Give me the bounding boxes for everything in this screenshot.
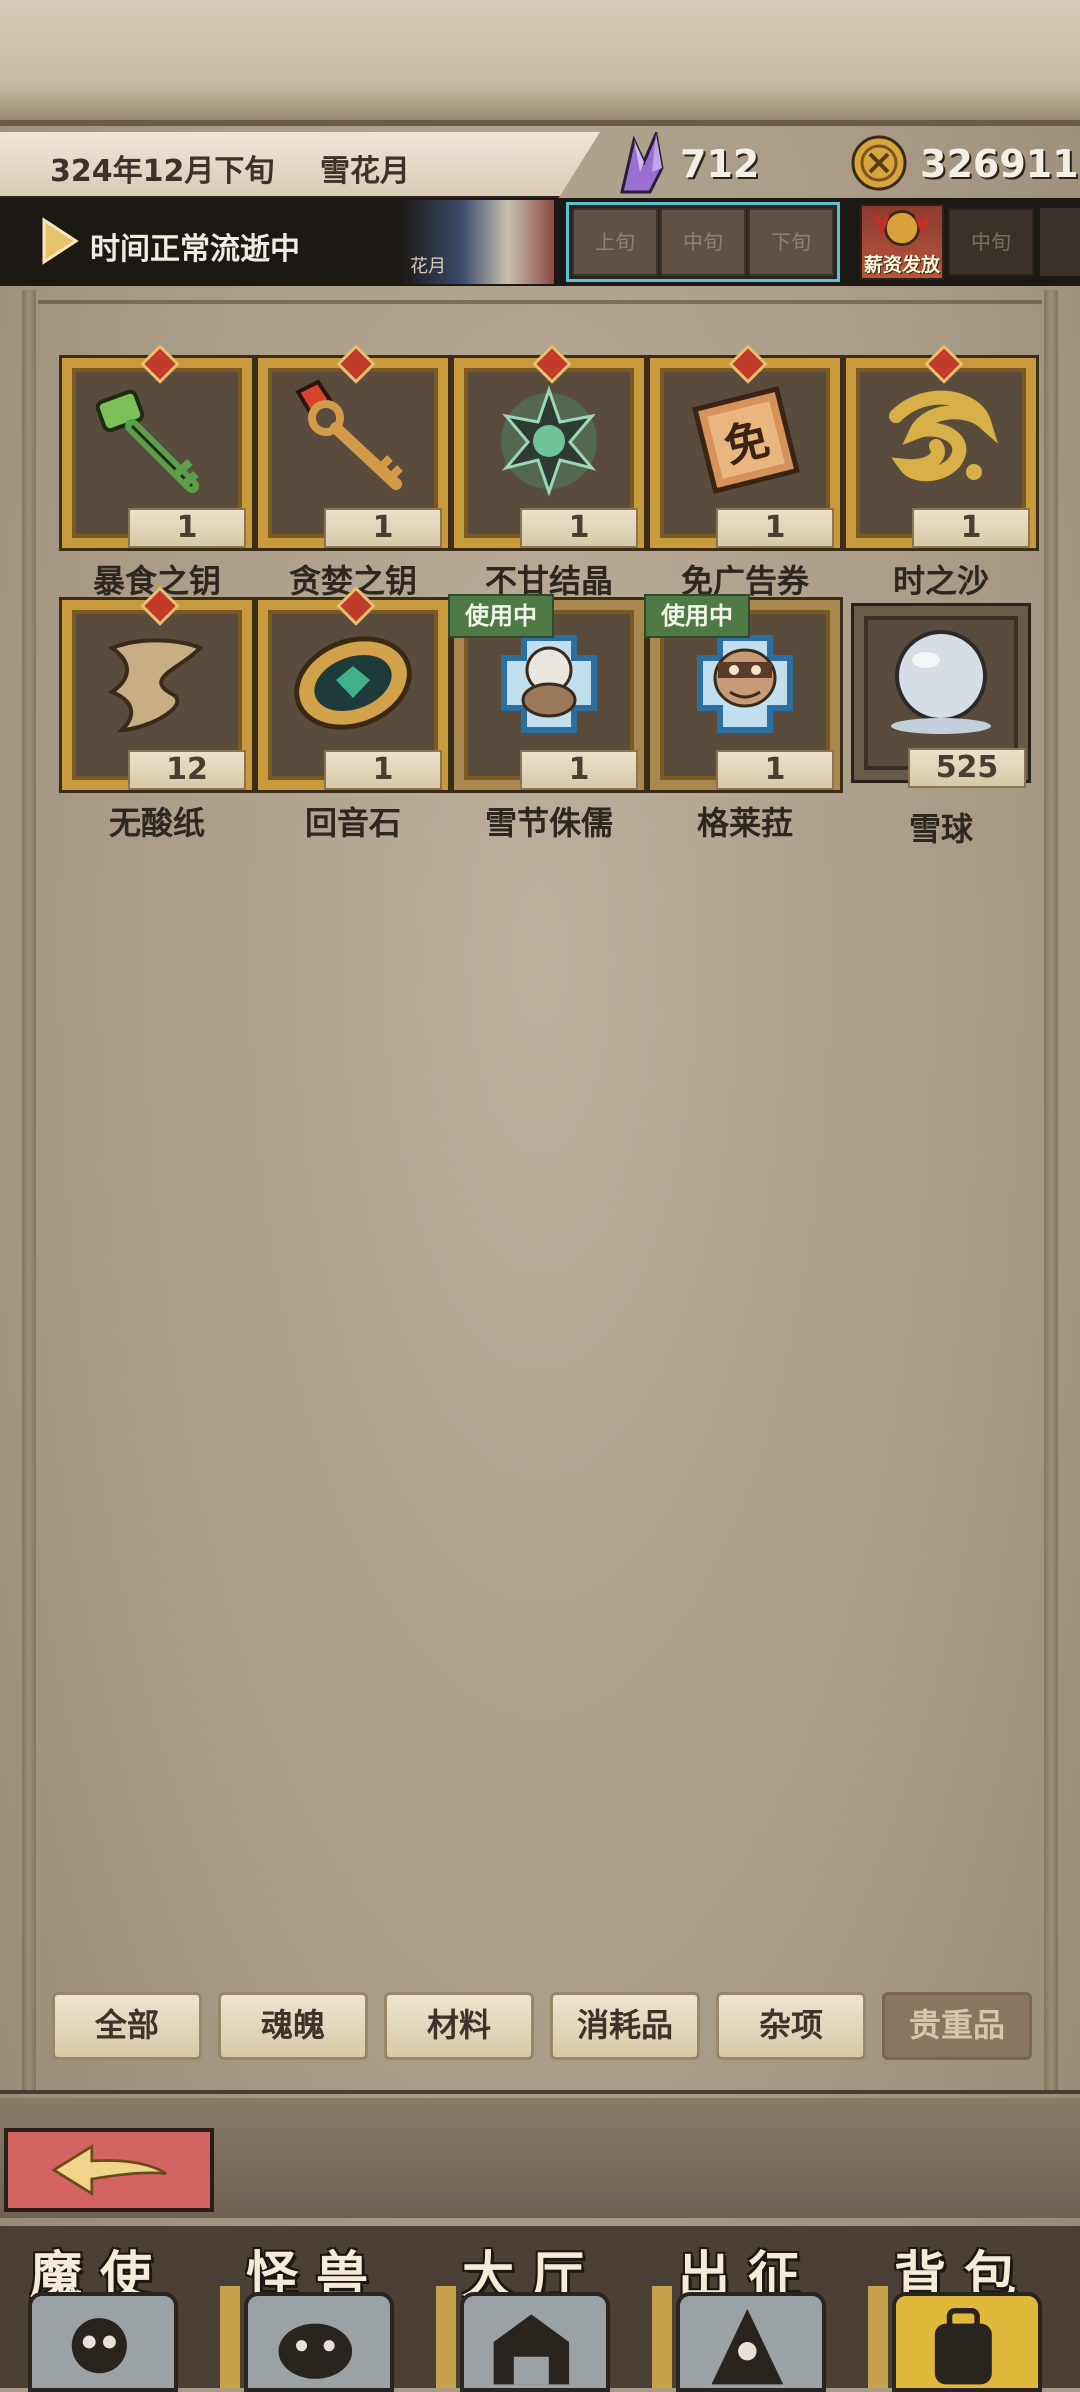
item-count: 1 [716, 508, 834, 548]
nav-item-hall[interactable]: 大厅 [432, 2226, 632, 2392]
inventory-item[interactable]: 1 时之沙 [846, 344, 1036, 608]
inventory-item[interactable]: 1 贪婪之钥 [258, 344, 448, 608]
item-name: 无酸纸 [108, 804, 205, 842]
coin-icon [851, 135, 907, 191]
backpack-icon [892, 2292, 1042, 2392]
monster-icon [244, 2292, 394, 2392]
skull-icon [28, 2292, 178, 2392]
period-next-mid[interactable]: 中旬 [948, 208, 1034, 276]
item-name: 格莱菈 [696, 804, 793, 842]
nav-item-expedition[interactable]: 出征 [648, 2226, 848, 2392]
item-count: 1 [128, 508, 246, 548]
item-count: 1 [912, 508, 1030, 548]
back-arrow-icon [51, 2144, 167, 2196]
tab-all[interactable]: 全部 [52, 1992, 202, 2060]
inventory-item[interactable]: 免 1 免广告券 [650, 344, 840, 608]
sand-icon [889, 390, 999, 482]
month-name-label: 雪花月 [320, 154, 410, 189]
item-count: 12 [128, 750, 246, 790]
date-label: 324年12月下旬 [50, 154, 275, 189]
portrait-label: 花月 [410, 256, 446, 277]
nav-item-monster[interactable]: 怪兽 [216, 2226, 416, 2392]
ad-free-ticket-icon: 免 [692, 386, 800, 494]
item-count: 525 [908, 748, 1026, 788]
item-count: 1 [324, 750, 442, 790]
inventory-item[interactable]: 1 格莱菈 使用中 [644, 594, 840, 850]
salary-coin-icon [874, 210, 930, 247]
tab-valuables[interactable]: 贵重品 [882, 1992, 1032, 2060]
nav-item-mage[interactable]: 魔使 [0, 2226, 200, 2392]
tab-souls[interactable]: 魂魄 [218, 1992, 368, 2060]
item-name: 时之沙 [892, 562, 989, 600]
item-name: 回音石 [304, 804, 401, 842]
inventory-item[interactable]: 1 雪节侏儒 使用中 [448, 594, 644, 850]
snowball-icon [891, 630, 991, 734]
tab-misc[interactable]: 杂项 [716, 1992, 866, 2060]
ribbon-divider [38, 300, 1042, 324]
back-button[interactable] [4, 2128, 214, 2212]
hall-icon [460, 2292, 610, 2392]
play-icon[interactable] [40, 216, 80, 266]
tab-materials[interactable]: 材料 [384, 1992, 534, 2060]
period-late[interactable]: 下旬 [748, 208, 834, 276]
period-early[interactable]: 上旬 [572, 208, 658, 276]
tab-consumables[interactable]: 消耗品 [550, 1992, 700, 2060]
time-status-text: 时间正常流逝中 [90, 232, 300, 267]
right-border [1044, 290, 1058, 2090]
item-count: 1 [324, 508, 442, 548]
top-scroll-rod [0, 0, 1080, 126]
panel-bottom-edge [0, 2090, 1080, 2094]
key-green-icon [95, 389, 199, 493]
in-use-badge: 使用中 [644, 594, 750, 638]
item-name: 雪节侏儒 [484, 804, 613, 842]
scroll-icon [107, 638, 204, 733]
item-count: 1 [520, 508, 638, 548]
crystal-icon [620, 132, 664, 194]
spiked-crystal-icon [501, 385, 597, 497]
left-border [22, 290, 36, 2090]
inventory-item[interactable]: 12 无酸纸 [62, 586, 252, 850]
inventory-item[interactable]: 1 回音石 [258, 586, 448, 850]
item-count: 1 [520, 750, 638, 790]
inventory-item[interactable]: 1 暴食之钥 [62, 344, 252, 608]
period-overflow [1040, 208, 1080, 276]
nav-item-backpack[interactable]: 背包 [864, 2226, 1064, 2392]
crystal-count: 712 [680, 142, 760, 186]
salary-label: 薪资发放 [863, 254, 940, 276]
inventory-item[interactable]: 525 雪球 [854, 606, 1044, 856]
echo-stone-icon [294, 636, 412, 730]
expedition-icon [676, 2292, 826, 2392]
inventory-item[interactable]: 1 不甘结晶 [454, 344, 644, 608]
period-mid[interactable]: 中旬 [660, 208, 746, 276]
item-count: 1 [716, 750, 834, 790]
key-red-icon [295, 379, 403, 490]
in-use-badge: 使用中 [448, 594, 554, 638]
coin-count: 3269117 [920, 142, 1080, 186]
item-name: 雪球 [908, 810, 973, 848]
